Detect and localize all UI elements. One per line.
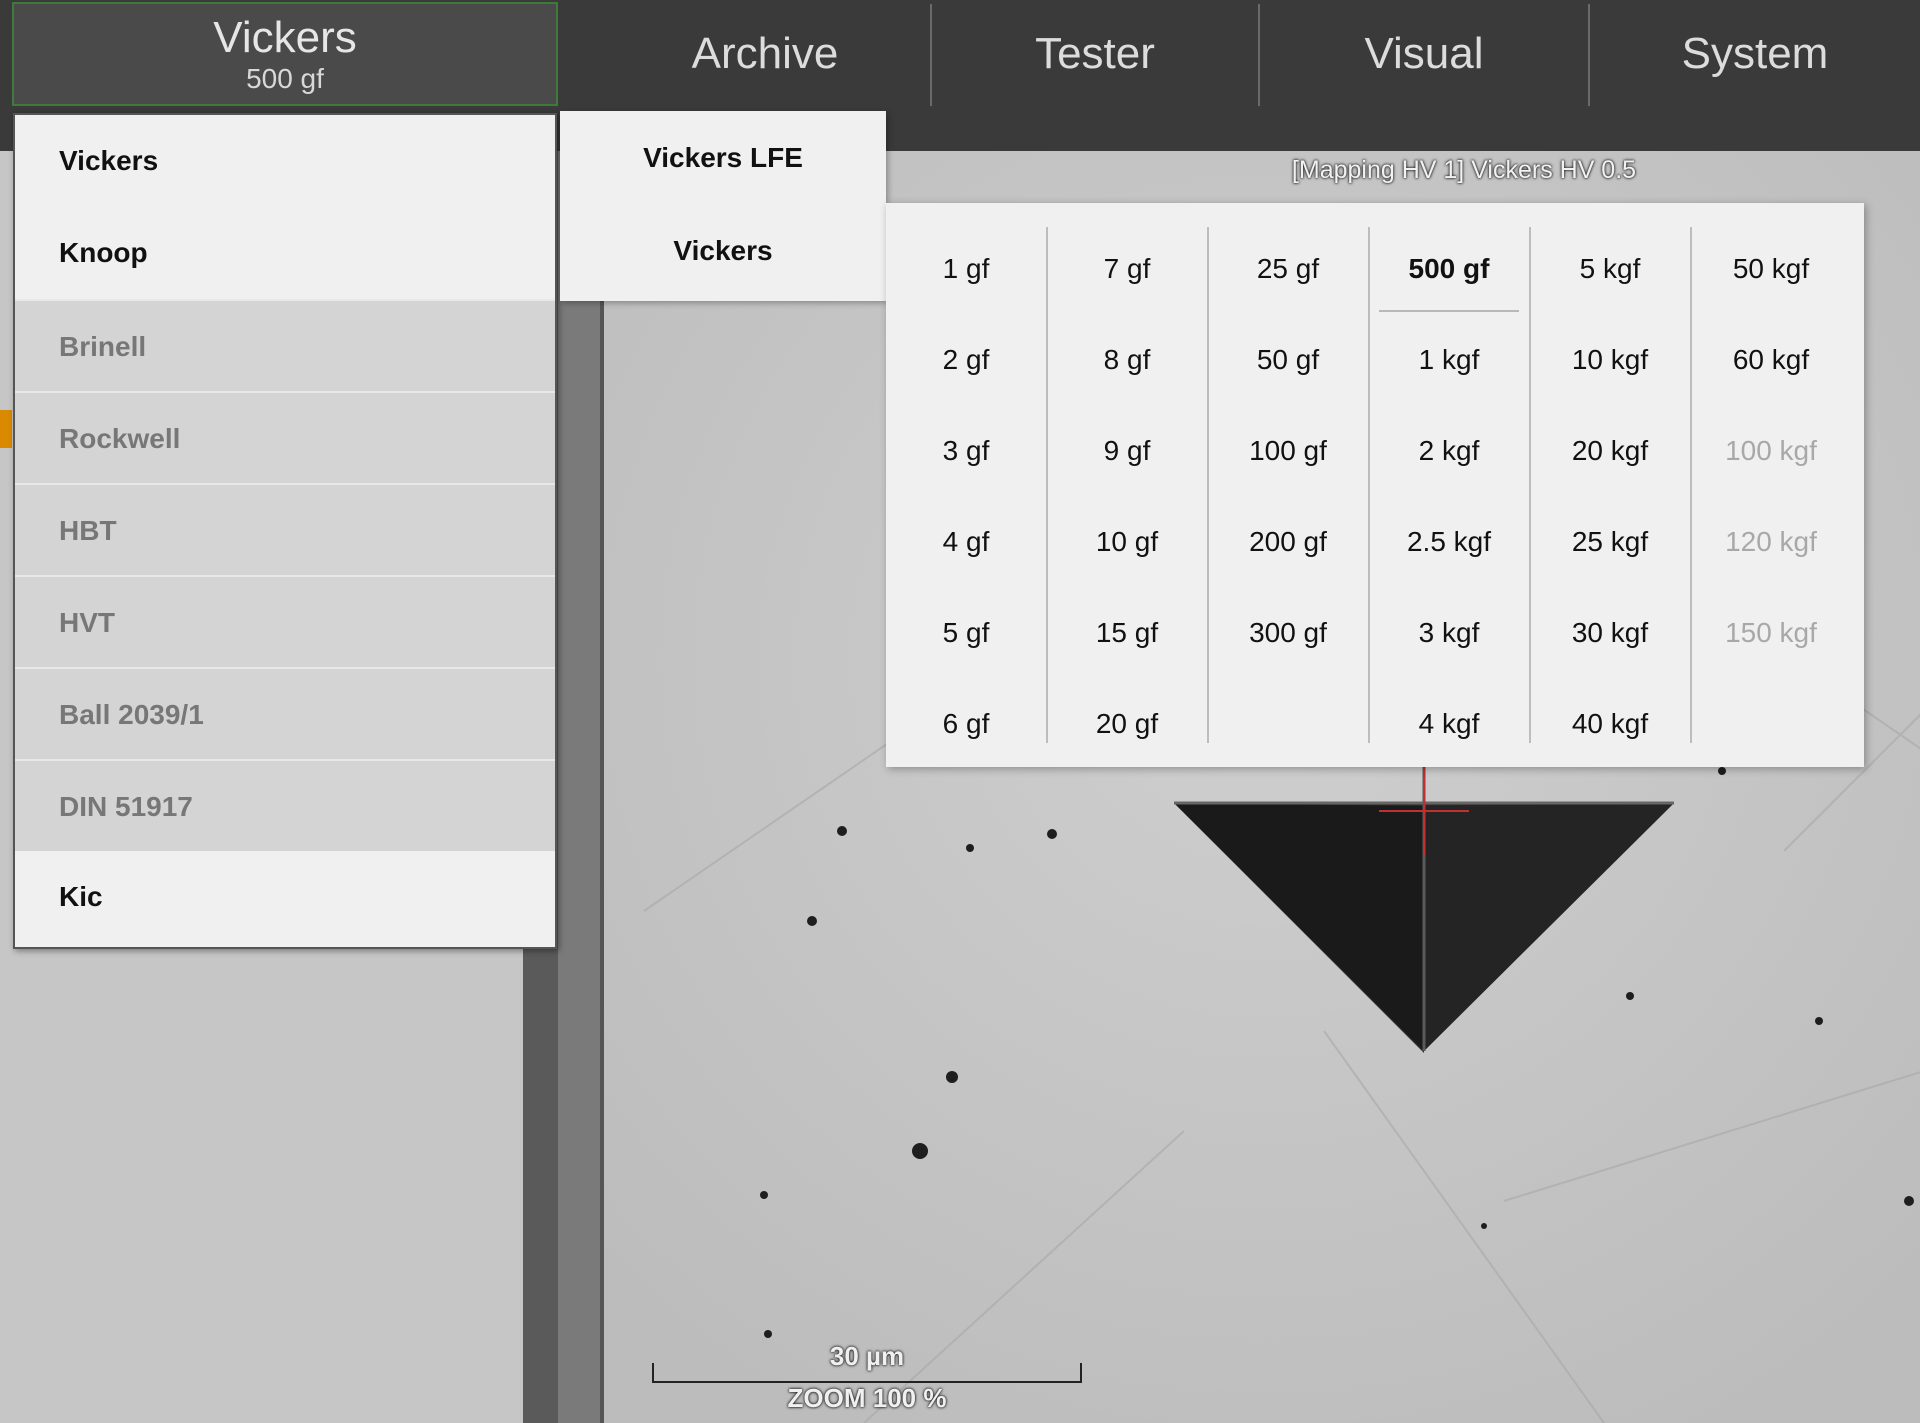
force-option-10-gf[interactable]: 10 gf — [1047, 498, 1207, 589]
force-option-500-gf[interactable]: 500 gf — [1369, 225, 1529, 316]
force-option-1-gf[interactable]: 1 gf — [886, 225, 1046, 316]
zoom-label: ZOOM 100 % — [787, 1383, 947, 1413]
force-option-100-gf[interactable]: 100 gf — [1208, 407, 1368, 498]
force-option-5-kgf[interactable]: 5 kgf — [1530, 225, 1690, 316]
method-item-knoop[interactable]: Knoop — [15, 207, 555, 299]
nav-visual[interactable]: Visual — [1260, 0, 1588, 108]
method-item-ball-2039-1[interactable]: Ball 2039/1 — [15, 667, 555, 759]
force-option-4-kgf[interactable]: 4 kgf — [1369, 680, 1529, 771]
force-option-200-gf[interactable]: 200 gf — [1208, 498, 1368, 589]
force-column: 500 gf 1 kgf 2 kgf 2.5 kgf 3 kgf 4 kgf — [1369, 225, 1529, 745]
force-option-30-kgf[interactable]: 30 kgf — [1530, 589, 1690, 680]
force-option-4-gf[interactable]: 4 gf — [886, 498, 1046, 589]
force-option-50-kgf[interactable]: 50 kgf — [1691, 225, 1851, 316]
force-option-3-kgf[interactable]: 3 kgf — [1369, 589, 1529, 680]
force-option-50-gf[interactable]: 50 gf — [1208, 316, 1368, 407]
force-option-15-gf[interactable]: 15 gf — [1047, 589, 1207, 680]
test-force-grid: 1 gf 2 gf 3 gf 4 gf 5 gf 6 gf 7 gf 8 gf 9 gf 10 g… — [886, 203, 1864, 767]
method-selector-button[interactable]: Vickers 500 gf — [12, 2, 558, 106]
force-option-6-gf[interactable]: 6 gf — [886, 680, 1046, 771]
submenu-item-vickers[interactable]: Vickers — [560, 204, 886, 297]
force-option-25-gf[interactable]: 25 gf — [1208, 225, 1368, 316]
force-option-100-kgf[interactable]: 100 kgf — [1691, 407, 1851, 498]
force-option-300-gf[interactable]: 300 gf — [1208, 589, 1368, 680]
force-column: 50 kgf 60 kgf 100 kgf 120 kgf 150 kgf — [1691, 225, 1851, 745]
force-option-40-kgf[interactable]: 40 kgf — [1530, 680, 1690, 771]
method-item-kic[interactable]: Kic — [15, 851, 555, 943]
force-option-120-kgf[interactable]: 120 kgf — [1691, 498, 1851, 589]
force-column: 7 gf 8 gf 9 gf 10 gf 15 gf 20 gf — [1047, 225, 1207, 745]
active-indicator — [0, 410, 12, 448]
force-option-150-kgf[interactable]: 150 kgf — [1691, 589, 1851, 680]
force-column: 5 kgf 10 kgf 20 kgf 25 kgf 30 kgf 40 kgf — [1530, 225, 1690, 745]
force-option-3-gf[interactable]: 3 gf — [886, 407, 1046, 498]
method-item-hbt[interactable]: HBT — [15, 483, 555, 575]
force-option-1-kgf[interactable]: 1 kgf — [1369, 316, 1529, 407]
force-option-8-gf[interactable]: 8 gf — [1047, 316, 1207, 407]
force-option-20-gf[interactable]: 20 gf — [1047, 680, 1207, 771]
method-item-rockwell[interactable]: Rockwell — [15, 391, 555, 483]
force-option-2-5-kgf[interactable]: 2.5 kgf — [1369, 498, 1529, 589]
method-item-vickers[interactable]: Vickers — [15, 115, 555, 207]
method-item-din-51917[interactable]: DIN 51917 — [15, 759, 555, 851]
method-item-hvt[interactable]: HVT — [15, 575, 555, 667]
method-load: 500 gf — [246, 63, 324, 94]
force-option-25-kgf[interactable]: 25 kgf — [1530, 498, 1690, 589]
force-option-7-gf[interactable]: 7 gf — [1047, 225, 1207, 316]
method-label: Vickers — [213, 13, 357, 62]
method-dropdown: Vickers Knoop Brinell Rockwell HBT HVT B… — [13, 113, 557, 949]
force-option-60-kgf[interactable]: 60 kgf — [1691, 316, 1851, 407]
force-option-2-gf[interactable]: 2 gf — [886, 316, 1046, 407]
panel-splitter[interactable] — [558, 151, 600, 1423]
force-option-9-gf[interactable]: 9 gf — [1047, 407, 1207, 498]
scale-bar — [652, 1363, 1082, 1383]
force-option-20-kgf[interactable]: 20 kgf — [1530, 407, 1690, 498]
submenu-item-vickers-lfe[interactable]: Vickers LFE — [560, 111, 886, 204]
force-option-2-kgf[interactable]: 2 kgf — [1369, 407, 1529, 498]
method-item-brinell[interactable]: Brinell — [15, 299, 555, 391]
view-title: [Mapping HV 1] Vickers HV 0.5 — [1291, 156, 1637, 184]
force-column: 25 gf 50 gf 100 gf 200 gf 300 gf — [1208, 225, 1368, 745]
vickers-submenu: Vickers LFE Vickers — [560, 111, 886, 301]
nav-system[interactable]: System — [1590, 0, 1920, 108]
force-option-5-gf[interactable]: 5 gf — [886, 589, 1046, 680]
nav-archive[interactable]: Archive — [600, 0, 930, 108]
force-column: 1 gf 2 gf 3 gf 4 gf 5 gf 6 gf — [886, 225, 1046, 745]
nav-tester[interactable]: Tester — [932, 0, 1258, 108]
force-option-10-kgf[interactable]: 10 kgf — [1530, 316, 1690, 407]
